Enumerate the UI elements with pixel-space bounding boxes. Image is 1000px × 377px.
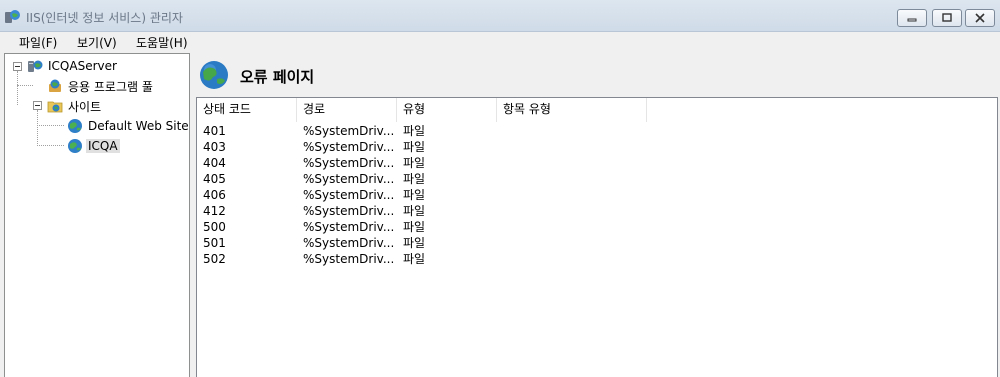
collapse-sites-toggle[interactable] bbox=[33, 101, 42, 110]
cell-path: %SystemDriv... bbox=[303, 188, 395, 202]
cell-path: %SystemDriv... bbox=[303, 172, 395, 186]
error-pages-panel: 오류 페이지 상태 코드 경로 유형 항목 유형 401 %SystemDriv.… bbox=[194, 53, 1000, 377]
cell-path: %SystemDriv... bbox=[303, 156, 395, 170]
cell-type: 파일 bbox=[403, 204, 426, 218]
table-row[interactable]: 501 %SystemDriv... 파일 bbox=[197, 235, 997, 251]
globe-icon bbox=[68, 119, 82, 133]
tree-line bbox=[17, 85, 33, 86]
minimize-icon bbox=[907, 18, 917, 22]
menu-help[interactable]: 도움말(H) bbox=[134, 34, 190, 51]
menu-view[interactable]: 보기(V) bbox=[75, 34, 119, 51]
cell-path: %SystemDriv... bbox=[303, 252, 395, 266]
close-button[interactable] bbox=[965, 9, 995, 27]
column-header-path[interactable]: 경로 bbox=[297, 98, 397, 122]
menu-file[interactable]: 파일(F) bbox=[17, 34, 59, 51]
column-header-type[interactable]: 유형 bbox=[397, 98, 497, 122]
cell-path: %SystemDriv... bbox=[303, 204, 395, 218]
app-pool-icon bbox=[49, 79, 61, 92]
tree-line bbox=[37, 125, 64, 126]
table-row[interactable]: 412 %SystemDriv... 파일 bbox=[197, 203, 997, 219]
cell-status-code: 500 bbox=[203, 220, 226, 234]
tree-item-default-web-site[interactable]: Default Web Site bbox=[67, 117, 191, 135]
cell-type: 파일 bbox=[403, 156, 426, 170]
column-header-status-code[interactable]: 상태 코드 bbox=[197, 98, 297, 122]
tree-item-sites[interactable]: 사이트 bbox=[47, 97, 103, 115]
table-row[interactable]: 405 %SystemDriv... 파일 bbox=[197, 171, 997, 187]
collapse-server-toggle[interactable] bbox=[13, 62, 22, 71]
title-bar: IIS(인터넷 정보 서비스) 관리자 bbox=[0, 0, 1000, 32]
tree-label-sites: 사이트 bbox=[68, 99, 102, 114]
cell-path: %SystemDriv... bbox=[303, 140, 395, 154]
cell-type: 파일 bbox=[403, 124, 426, 138]
cell-type: 파일 bbox=[403, 172, 426, 186]
cell-path: %SystemDriv... bbox=[303, 236, 395, 250]
tree-line bbox=[37, 110, 38, 146]
iis-app-icon bbox=[5, 10, 20, 23]
cell-type: 파일 bbox=[403, 220, 426, 234]
tree-item-icqa[interactable]: ICQA bbox=[67, 137, 120, 155]
cell-status-code: 401 bbox=[203, 124, 226, 138]
tree-label-icqa: ICQA bbox=[86, 139, 120, 153]
cell-status-code: 405 bbox=[203, 172, 226, 186]
cell-path: %SystemDriv... bbox=[303, 220, 395, 234]
tree-label-server: ICQAServer bbox=[48, 59, 117, 73]
close-icon bbox=[975, 13, 985, 23]
cell-status-code: 502 bbox=[203, 252, 226, 266]
globe-icon bbox=[200, 61, 228, 89]
menu-bar: 파일(F) 보기(V) 도움말(H) bbox=[0, 32, 1000, 52]
server-icon bbox=[28, 60, 43, 72]
column-header-entry-type[interactable]: 항목 유형 bbox=[497, 98, 647, 122]
sites-folder-icon bbox=[47, 101, 63, 113]
tree-item-app-pools[interactable]: 응용 프로그램 풀 bbox=[47, 77, 155, 95]
table-row[interactable]: 502 %SystemDriv... 파일 bbox=[197, 251, 997, 267]
cell-type: 파일 bbox=[403, 236, 426, 250]
page-title: 오류 페이지 bbox=[240, 68, 315, 86]
tree-line bbox=[17, 71, 18, 105]
tree-line bbox=[37, 145, 64, 146]
tree-label-app-pools: 응용 프로그램 풀 bbox=[68, 79, 153, 94]
table-row[interactable]: 406 %SystemDriv... 파일 bbox=[197, 187, 997, 203]
cell-status-code: 412 bbox=[203, 204, 226, 218]
maximize-icon bbox=[942, 13, 952, 22]
table-row[interactable]: 401 %SystemDriv... 파일 bbox=[197, 123, 997, 139]
tree-item-server[interactable]: ICQAServer bbox=[27, 57, 119, 75]
window-title: IIS(인터넷 정보 서비스) 관리자 bbox=[26, 11, 183, 25]
cell-type: 파일 bbox=[403, 140, 426, 154]
cell-type: 파일 bbox=[403, 188, 426, 202]
cell-path: %SystemDriv... bbox=[303, 124, 395, 138]
table-row[interactable]: 403 %SystemDriv... 파일 bbox=[197, 139, 997, 155]
tree-label-default-web-site: Default Web Site bbox=[88, 119, 189, 133]
cell-status-code: 404 bbox=[203, 156, 226, 170]
cell-type: 파일 bbox=[403, 252, 426, 266]
cell-status-code: 403 bbox=[203, 140, 226, 154]
table-row[interactable]: 500 %SystemDriv... 파일 bbox=[197, 219, 997, 235]
maximize-button[interactable] bbox=[932, 9, 962, 27]
connections-tree[interactable]: ICQAServer 응용 프로그램 풀 사이트 Default Web Sit… bbox=[4, 53, 190, 377]
globe-icon bbox=[68, 139, 82, 153]
minimize-button[interactable] bbox=[897, 9, 927, 27]
cell-status-code: 501 bbox=[203, 236, 226, 250]
cell-status-code: 406 bbox=[203, 188, 226, 202]
table-row[interactable]: 404 %SystemDriv... 파일 bbox=[197, 155, 997, 171]
error-pages-list[interactable]: 상태 코드 경로 유형 항목 유형 401 %SystemDriv... 파일 403… bbox=[196, 97, 998, 377]
